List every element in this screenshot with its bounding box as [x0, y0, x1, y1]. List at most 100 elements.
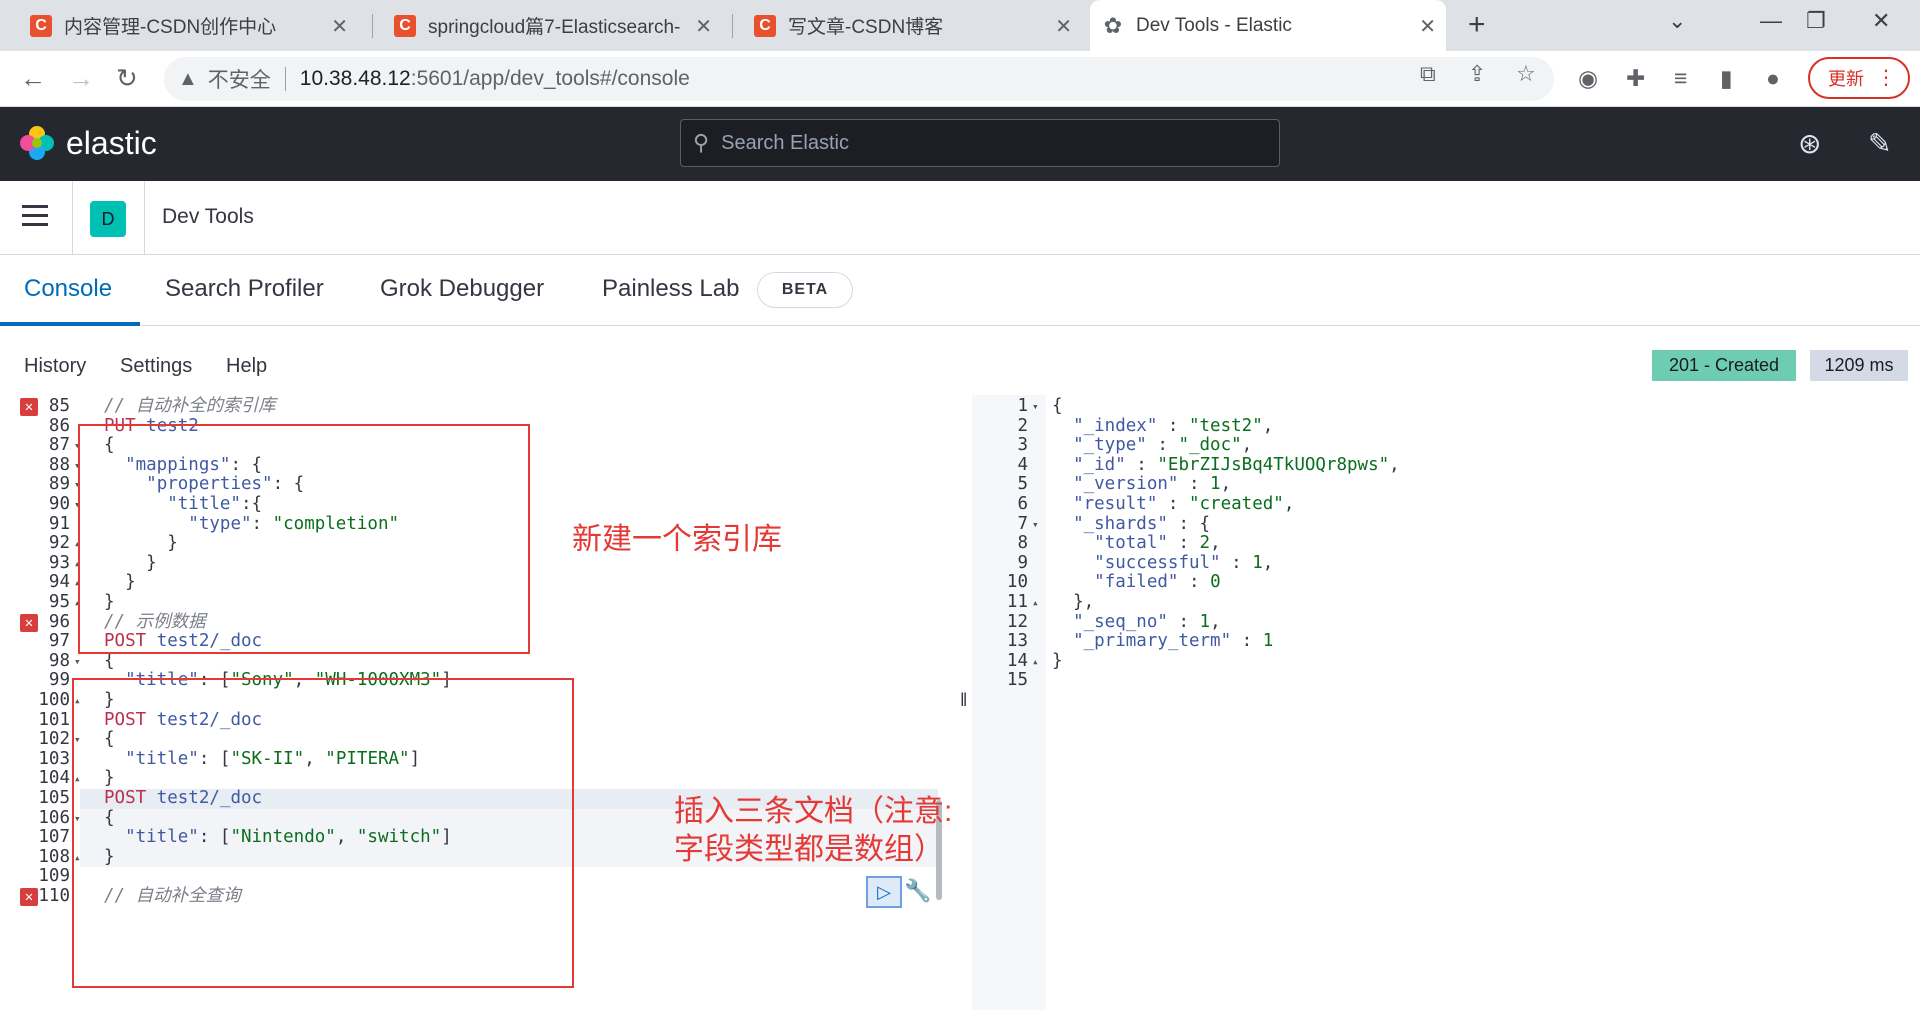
tab-title: 内容管理-CSDN创作中心: [64, 17, 277, 38]
close-icon[interactable]: ✕: [1419, 14, 1436, 39]
line-number: 96: [48, 611, 70, 632]
request-time-badge: 1209 ms: [1810, 350, 1908, 381]
line-number: 89: [48, 474, 70, 495]
search-elastic-input[interactable]: ⚲ Search Elastic: [680, 119, 1280, 167]
code-line[interactable]: // 自动补全的索引库: [104, 396, 276, 417]
fold-open-icon[interactable]: ▾: [74, 652, 81, 672]
line-number: 100: [38, 690, 70, 710]
warning-triangle-icon: ▲: [178, 67, 198, 90]
share-icon[interactable]: ⇪: [1468, 61, 1486, 87]
close-icon[interactable]: ✕: [1055, 14, 1072, 39]
update-button[interactable]: 更新 ⋮: [1808, 57, 1910, 99]
help-link[interactable]: Help: [226, 355, 267, 378]
response-line: "_type" : "_doc",: [1073, 435, 1253, 456]
tab-painless-lab[interactable]: Painless Lab: [602, 275, 739, 303]
bookmark-star-icon[interactable]: ☆: [1516, 61, 1536, 87]
settings-link[interactable]: Settings: [120, 355, 192, 378]
close-icon[interactable]: ✕: [695, 14, 712, 39]
tab-search-chevron-icon[interactable]: ⌄: [1668, 8, 1686, 34]
url-omnibox[interactable]: ▲ 不安全 10.38.48.12 :5601/app/dev_tools#/c…: [164, 57, 1554, 101]
line-number: 95: [48, 592, 70, 612]
search-placeholder: Search Elastic: [721, 131, 849, 154]
more-vertical-icon[interactable]: ⋮: [1876, 65, 1896, 90]
browser-tab-dev-tools[interactable]: ✿ Dev Tools - Elastic ✕: [1090, 0, 1446, 51]
restore-icon[interactable]: ❐: [1806, 8, 1826, 34]
profile-avatar-icon[interactable]: ●: [1766, 65, 1780, 92]
line-number: 99: [48, 670, 70, 691]
response-line: }: [1052, 650, 1063, 671]
line-number: 5: [1017, 474, 1028, 495]
line-number: 87: [48, 435, 70, 456]
fold-close-icon[interactable]: ▴: [1032, 593, 1039, 613]
new-tab-icon[interactable]: +: [1468, 8, 1486, 42]
fold-close-icon[interactable]: ▴: [1032, 652, 1039, 672]
menu-hamburger-icon[interactable]: [22, 205, 48, 226]
browser-tab-springcloud[interactable]: C springcloud篇7-Elasticsearch- ✕: [382, 0, 722, 51]
tab-title: springcloud篇7-Elasticsearch-: [428, 17, 681, 38]
line-number: 93: [48, 552, 70, 573]
annotation-text-docs-2: 字段类型都是数组）: [674, 833, 944, 866]
line-number: 90: [48, 494, 70, 514]
response-line: },: [1052, 592, 1095, 612]
send-request-play-icon[interactable]: ▷: [866, 876, 902, 908]
response-line: "_id" : "EbrZIJsBq4TkUOQr8pws",: [1073, 454, 1400, 475]
extensions-puzzle-icon[interactable]: ✚: [1626, 65, 1645, 92]
tab-console[interactable]: Console: [24, 275, 112, 303]
browser-tab-csdn-content[interactable]: C 内容管理-CSDN创作中心 ✕: [18, 0, 358, 51]
line-number: 106: [38, 807, 70, 828]
line-number: 101: [38, 709, 70, 730]
browser-tab-write-article[interactable]: C 写文章-CSDN博客 ✕: [742, 0, 1082, 51]
wrench-icon[interactable]: 🔧: [904, 878, 931, 904]
tab-separator: [372, 14, 373, 38]
news-feed-icon[interactable]: ✎: [1868, 127, 1891, 160]
response-viewer[interactable]: 1 ▾{2 "_index" : "test2", 3 "_type" : "_do…: [972, 395, 1908, 1010]
csdn-icon: C: [754, 14, 776, 37]
browser-tab-strip: C 内容管理-CSDN创作中心 ✕ C springcloud篇7-Elasti…: [0, 0, 1920, 51]
response-line: "result" : "created",: [1073, 494, 1295, 514]
line-number: 107: [38, 827, 70, 848]
devtools-tabs: Console Search Profiler Grok Debugger Pa…: [0, 255, 1920, 326]
help-lifebuoy-icon[interactable]: ⊛: [1798, 127, 1821, 160]
line-number: 94: [48, 572, 70, 593]
response-line: "_shards" : {: [1073, 513, 1211, 534]
close-icon[interactable]: ✕: [331, 14, 348, 39]
elastic-brand[interactable]: elastic: [66, 125, 157, 162]
response-line: "_primary_term" : 1: [1073, 631, 1274, 652]
security-label[interactable]: 不安全: [208, 64, 271, 94]
line-number: 6: [1017, 494, 1028, 514]
status-badge: 201 - Created: [1652, 350, 1796, 381]
elastic-logo-icon[interactable]: [18, 124, 56, 162]
tab-search-profiler[interactable]: Search Profiler: [165, 275, 324, 303]
url-path: :5601/app/dev_tools#/console: [410, 67, 690, 90]
line-number: 13: [1006, 631, 1028, 652]
window-close-icon[interactable]: ✕: [1872, 8, 1890, 34]
line-number: 8: [1017, 533, 1028, 554]
response-line: "failed" : 0: [1094, 572, 1221, 593]
line-number: 97: [48, 631, 70, 652]
minimize-icon[interactable]: —: [1760, 8, 1782, 34]
divider: [72, 181, 73, 255]
space-avatar[interactable]: D: [90, 201, 126, 237]
side-panel-icon[interactable]: ▮: [1720, 65, 1733, 92]
history-link[interactable]: History: [24, 355, 86, 378]
line-number: 15: [1006, 670, 1028, 691]
translate-icon[interactable]: ⧉: [1420, 61, 1436, 87]
response-line: "successful" : 1,: [1094, 552, 1274, 573]
fold-open-icon[interactable]: ▾: [1032, 397, 1039, 417]
back-arrow-icon[interactable]: ←: [20, 63, 46, 94]
line-number: 12: [1006, 611, 1028, 632]
tab-grok-debugger[interactable]: Grok Debugger: [380, 275, 544, 303]
response-line: "_index" : "test2",: [1073, 415, 1274, 436]
csdn-icon: C: [394, 14, 416, 37]
fold-open-icon[interactable]: ▾: [1032, 515, 1039, 535]
extension-e-icon[interactable]: ◉: [1578, 65, 1598, 92]
code-line[interactable]: {: [104, 651, 115, 672]
line-number: 110: [38, 886, 70, 906]
reload-icon[interactable]: ↻: [116, 63, 138, 94]
reading-list-icon[interactable]: ≡: [1674, 65, 1687, 92]
response-line: {: [1052, 396, 1063, 416]
forward-arrow-icon[interactable]: →: [68, 63, 94, 94]
response-line: "_version" : 1,: [1073, 474, 1232, 495]
pane-resize-handle[interactable]: ‖: [960, 690, 967, 711]
update-label: 更新: [1828, 69, 1864, 89]
